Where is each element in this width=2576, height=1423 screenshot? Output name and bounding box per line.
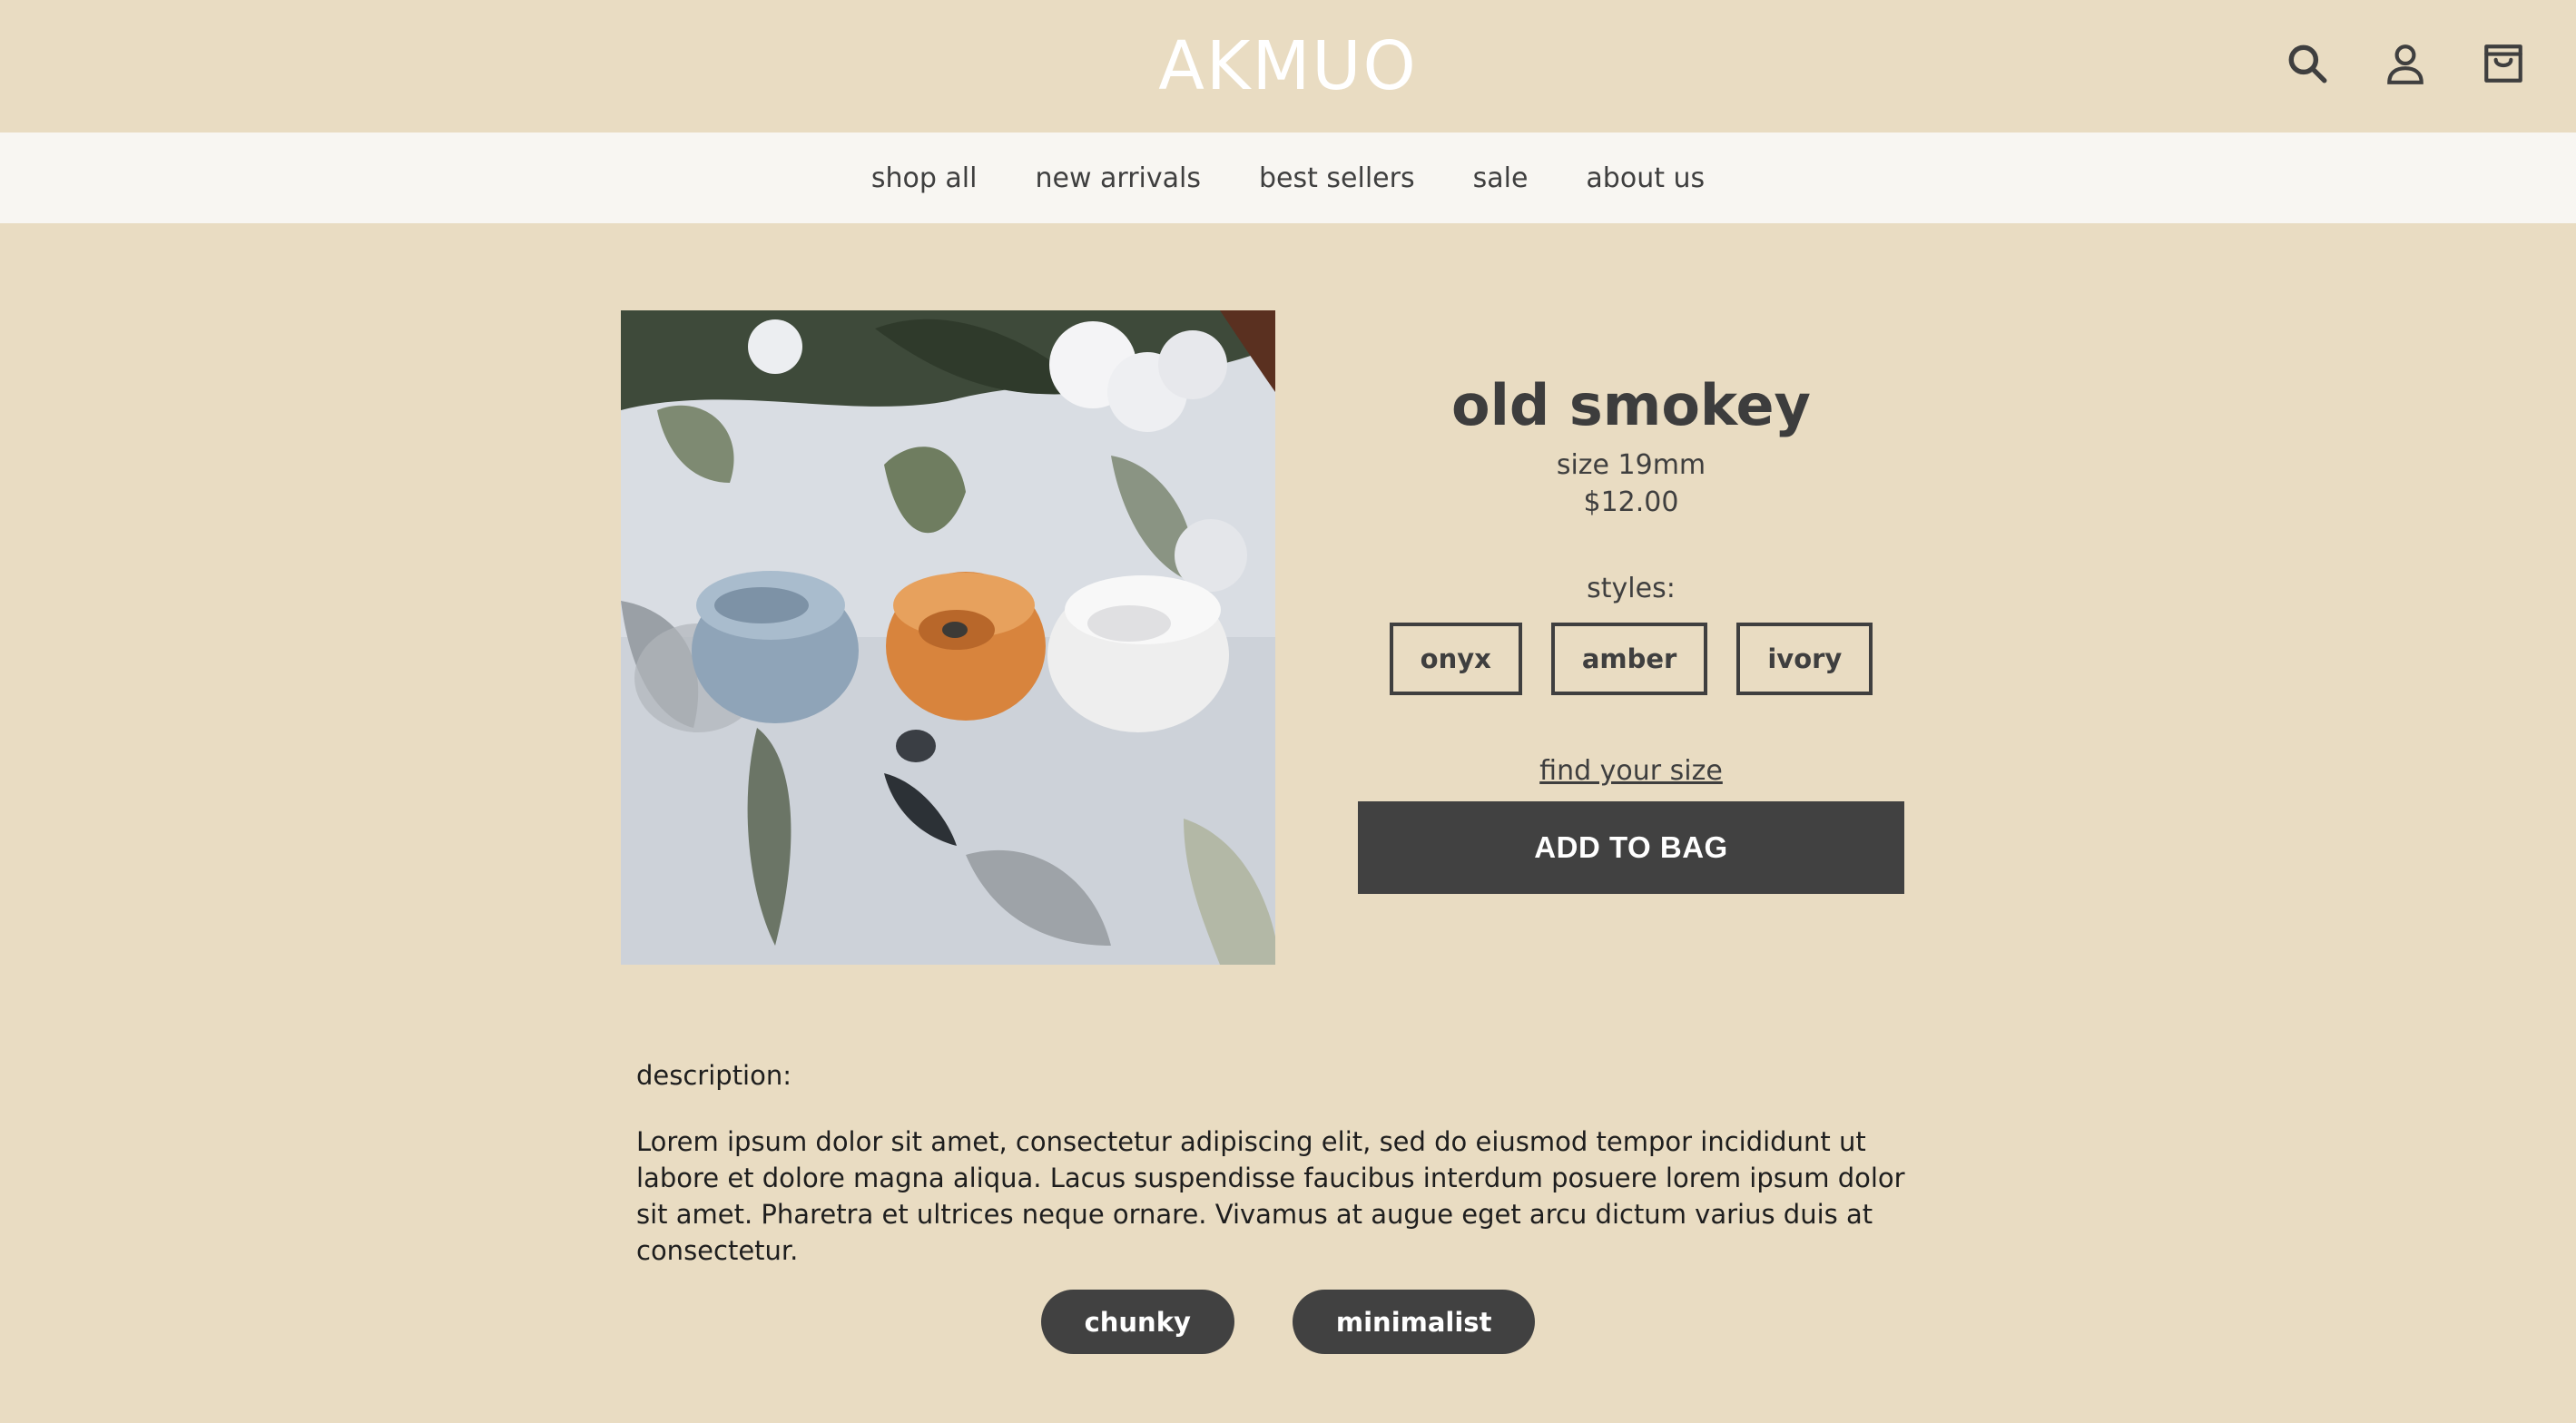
search-icon[interactable] bbox=[2280, 36, 2335, 91]
account-icon[interactable] bbox=[2378, 36, 2433, 91]
nav-item-best-sellers[interactable]: best sellers bbox=[1259, 162, 1415, 194]
nav-item-shop-all[interactable]: shop all bbox=[871, 162, 978, 194]
product-info: old smokey size 19mm $12.00 styles: onyx… bbox=[1358, 372, 1904, 894]
description-label: description: bbox=[636, 1060, 792, 1091]
style-options: onyx amber ivory bbox=[1358, 623, 1904, 695]
product-image bbox=[621, 310, 1275, 965]
style-option-amber[interactable]: amber bbox=[1550, 623, 1708, 695]
description-text: Lorem ipsum dolor sit amet, consectetur … bbox=[636, 1126, 1905, 1266]
product-price: $12.00 bbox=[1583, 486, 1679, 518]
style-option-ivory[interactable]: ivory bbox=[1736, 623, 1873, 695]
nav-item-sale[interactable]: sale bbox=[1473, 162, 1529, 194]
shopping-bag-icon[interactable] bbox=[2476, 36, 2531, 91]
tag-chunky[interactable]: chunky bbox=[1040, 1290, 1234, 1354]
main-nav: shop all new arrivals best sellers sale … bbox=[0, 132, 2576, 223]
tag-list: chunky minimalist bbox=[0, 1290, 2576, 1354]
product-title: old smokey bbox=[1451, 372, 1811, 438]
product-size: size 19mm bbox=[1556, 449, 1706, 481]
add-to-bag-button[interactable]: ADD TO BAG bbox=[1358, 801, 1904, 894]
brand-logo[interactable]: AKMUO bbox=[0, 27, 2576, 105]
styles-label: styles: bbox=[1587, 573, 1676, 604]
style-option-onyx[interactable]: onyx bbox=[1389, 623, 1522, 695]
find-your-size-link[interactable]: find your size bbox=[1358, 755, 1904, 787]
top-header: AKMUO bbox=[0, 0, 2576, 132]
tag-minimalist[interactable]: minimalist bbox=[1292, 1290, 1536, 1354]
nav-item-new-arrivals[interactable]: new arrivals bbox=[1035, 162, 1201, 194]
nav-item-about-us[interactable]: about us bbox=[1586, 162, 1705, 194]
